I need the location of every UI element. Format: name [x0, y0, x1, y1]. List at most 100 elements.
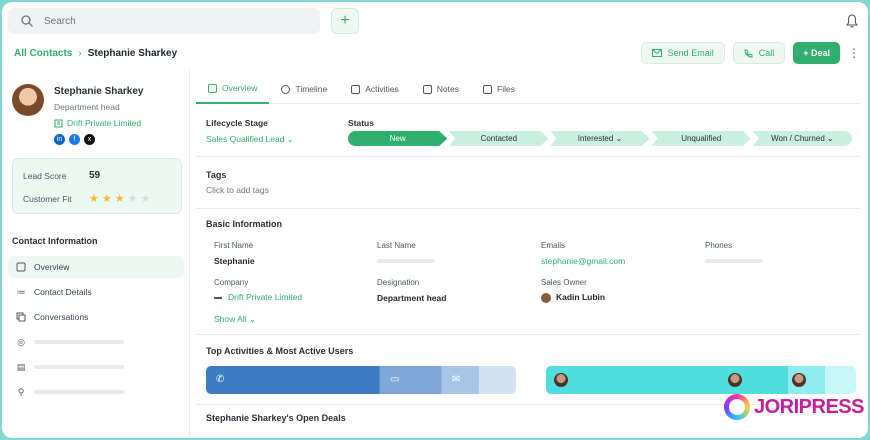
chat-icon	[16, 312, 26, 322]
social-links: in f x	[54, 134, 95, 145]
loading-placeholder	[34, 340, 124, 344]
contact-information-title: Contact Information	[12, 236, 98, 246]
star-icon: ★	[127, 193, 138, 205]
tab-activities[interactable]: Activities	[339, 74, 411, 104]
tab-label: Files	[497, 84, 515, 94]
send-email-label: Send Email	[667, 48, 714, 58]
contact-role: Department head	[54, 102, 120, 112]
first-name-value: Stephanie	[214, 256, 255, 266]
designation-value: Department head	[377, 293, 447, 303]
watermark-text: JORIPRESS	[754, 395, 864, 418]
search-input[interactable]: Search	[8, 8, 320, 34]
breadcrumb-all-contacts[interactable]: All Contacts	[14, 48, 72, 59]
contact-name: Stephanie Sharkey	[54, 86, 144, 97]
call-button[interactable]: Call	[732, 42, 786, 64]
lifecycle-stage-select[interactable]: Sales Qualified Lead ⌄	[206, 134, 294, 145]
breadcrumb: All Contacts › Stephanie Sharkey	[14, 48, 177, 59]
tab-overview[interactable]: Overview	[196, 74, 270, 104]
building-icon	[54, 119, 63, 127]
star-icon: ★	[140, 193, 151, 205]
call-label: Call	[758, 48, 775, 58]
tab-label: Overview	[222, 83, 258, 93]
top-activities-title: Top Activities & Most Active Users	[206, 346, 354, 356]
status-stage-new[interactable]: New	[348, 131, 448, 146]
lead-score-label: Lead Score	[23, 171, 67, 181]
facebook-icon[interactable]: f	[69, 134, 80, 145]
customer-fit-rating: ★ ★ ★ ★ ★	[89, 192, 150, 205]
building-icon: ▤	[16, 361, 26, 372]
activities-bar[interactable]: ✆ ▭ ✉	[206, 366, 516, 394]
status-stage-interested[interactable]: Interested ⌄	[550, 131, 650, 146]
sidebar-item-conversations[interactable]: Conversations	[8, 306, 184, 328]
top-bar: Search +	[2, 2, 868, 42]
sales-owner-label: Sales Owner	[541, 278, 587, 287]
last-name-label: Last Name	[377, 241, 416, 250]
phones-placeholder	[705, 259, 763, 263]
sales-owner-value: Kadin Lubin	[541, 292, 605, 303]
company-label: Company	[214, 278, 249, 287]
sales-owner-name: Kadin Lubin	[556, 292, 606, 302]
calendar-icon	[351, 84, 361, 94]
company-link[interactable]: Drift Private Limited	[214, 292, 302, 302]
main-content: Overview Timeline Activities Notes Files…	[196, 74, 860, 438]
sidebar-item-label: Contact Details	[34, 287, 92, 297]
add-deal-button[interactable]: + Deal	[793, 42, 840, 64]
send-email-button[interactable]: Send Email	[640, 42, 725, 64]
tab-files[interactable]: Files	[471, 74, 527, 104]
phones-label: Phones	[705, 241, 733, 250]
x-icon[interactable]: x	[84, 134, 95, 145]
mail-icon: ✉	[452, 374, 461, 385]
lead-score-value: 59	[89, 170, 101, 181]
tab-notes[interactable]: Notes	[411, 74, 471, 104]
open-deals-title: Stephanie Sharkey's Open Deals	[206, 413, 346, 423]
header-actions: Send Email Call + Deal ⋮	[640, 42, 860, 64]
sidebar-item-placeholder-3[interactable]: ⚲	[8, 381, 184, 403]
email-link[interactable]: stephanie@gmail.com	[541, 256, 625, 266]
star-icon: ★	[101, 193, 112, 205]
sidebar-item-label: Conversations	[34, 312, 89, 322]
status-stage-contacted[interactable]: Contacted	[449, 131, 549, 146]
file-icon	[483, 84, 493, 94]
show-all-button[interactable]: Show All ⌄	[214, 314, 256, 325]
linkedin-icon[interactable]: in	[54, 134, 65, 145]
video-icon: ▭	[390, 374, 400, 385]
add-button[interactable]: +	[331, 8, 359, 34]
note-icon	[422, 84, 432, 94]
add-tags-link[interactable]: Click to add tags	[206, 185, 269, 195]
status-stage-won-churned[interactable]: Won / Churned ⌄	[752, 131, 853, 146]
user-avatar	[728, 373, 742, 387]
loading-placeholder	[34, 365, 124, 369]
divider	[196, 208, 860, 209]
lifecycle-stage-label: Lifecycle Stage	[206, 118, 268, 128]
tab-label: Activities	[365, 84, 399, 94]
watermark-logo: JORIPRESS	[724, 390, 864, 424]
sidebar-item-placeholder-2[interactable]: ▤	[8, 356, 184, 378]
designation-label: Designation	[377, 278, 420, 287]
breadcrumb-separator: ›	[78, 48, 82, 59]
phone-icon	[744, 49, 753, 58]
company-value: Drift Private Limited	[228, 292, 303, 302]
status-label: Status	[348, 118, 374, 128]
sidebar-item-overview[interactable]: Overview	[8, 256, 184, 278]
tab-bar: Overview Timeline Activities Notes Files	[196, 74, 860, 104]
bell-icon[interactable]	[846, 14, 858, 28]
last-name-placeholder	[377, 259, 435, 263]
more-options-icon[interactable]: ⋮	[848, 46, 860, 60]
first-name-label: First Name	[214, 241, 254, 250]
tab-label: Timeline	[295, 84, 328, 94]
sidebar-item-contact-details[interactable]: ≔ Contact Details	[8, 281, 184, 303]
star-icon: ★	[114, 193, 125, 205]
tab-timeline[interactable]: Timeline	[269, 74, 339, 104]
contact-sidebar: Stephanie Sharkey Department head Drift …	[2, 70, 190, 438]
status-stage-unqualified[interactable]: Unqualified	[651, 131, 751, 146]
customer-fit-label: Customer Fit	[23, 194, 72, 204]
tags-title: Tags	[206, 170, 227, 180]
tab-label: Notes	[436, 84, 460, 94]
clock-icon	[281, 84, 291, 94]
contact-company[interactable]: Drift Private Limited	[54, 118, 141, 128]
logo-ring-icon	[724, 394, 750, 420]
owner-avatar	[541, 292, 551, 303]
search-placeholder: Search	[44, 15, 76, 27]
company-icon	[214, 296, 222, 299]
sidebar-item-placeholder-1[interactable]: ◎	[8, 331, 184, 353]
